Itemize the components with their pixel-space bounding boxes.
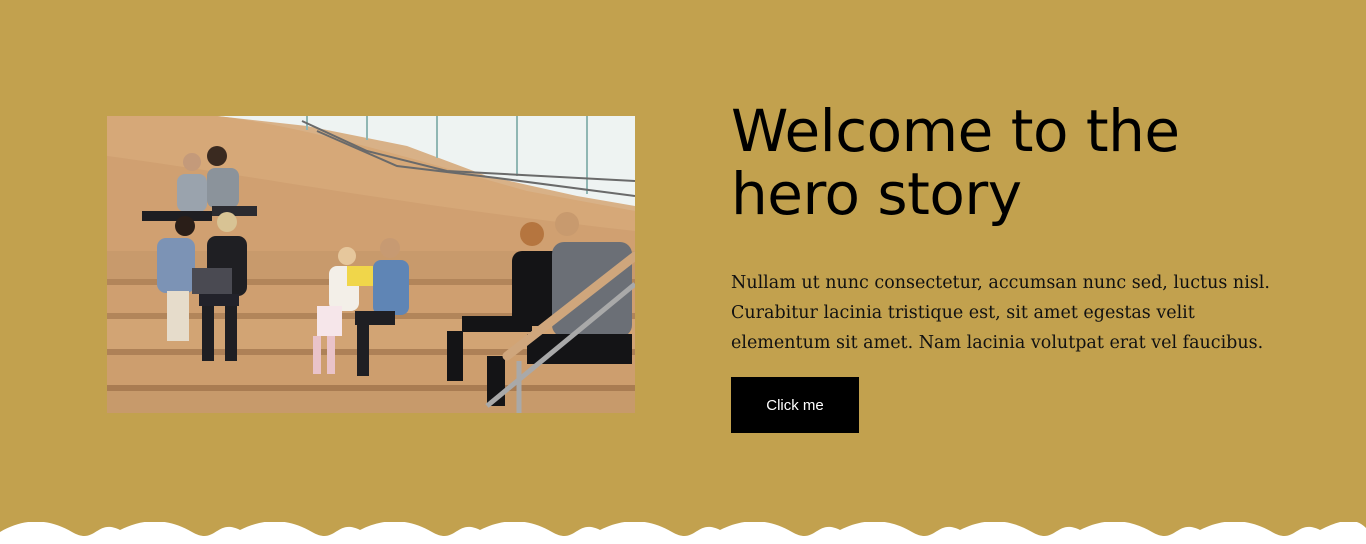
library-stairs-photo: [107, 116, 635, 413]
hero-photo: [107, 116, 635, 413]
hero-section: Welcome to the hero story Nullam ut nunc…: [0, 0, 1366, 544]
hero-title-line-1: Welcome to the: [731, 97, 1180, 165]
wave-divider: [0, 522, 1366, 544]
click-me-button[interactable]: Click me: [731, 377, 859, 433]
hero-description: Nullam ut nunc consectetur, accumsan nun…: [731, 273, 1270, 353]
hero-title-line-2: hero story: [731, 160, 1022, 228]
hero-title: Welcome to the hero story: [731, 100, 1291, 226]
